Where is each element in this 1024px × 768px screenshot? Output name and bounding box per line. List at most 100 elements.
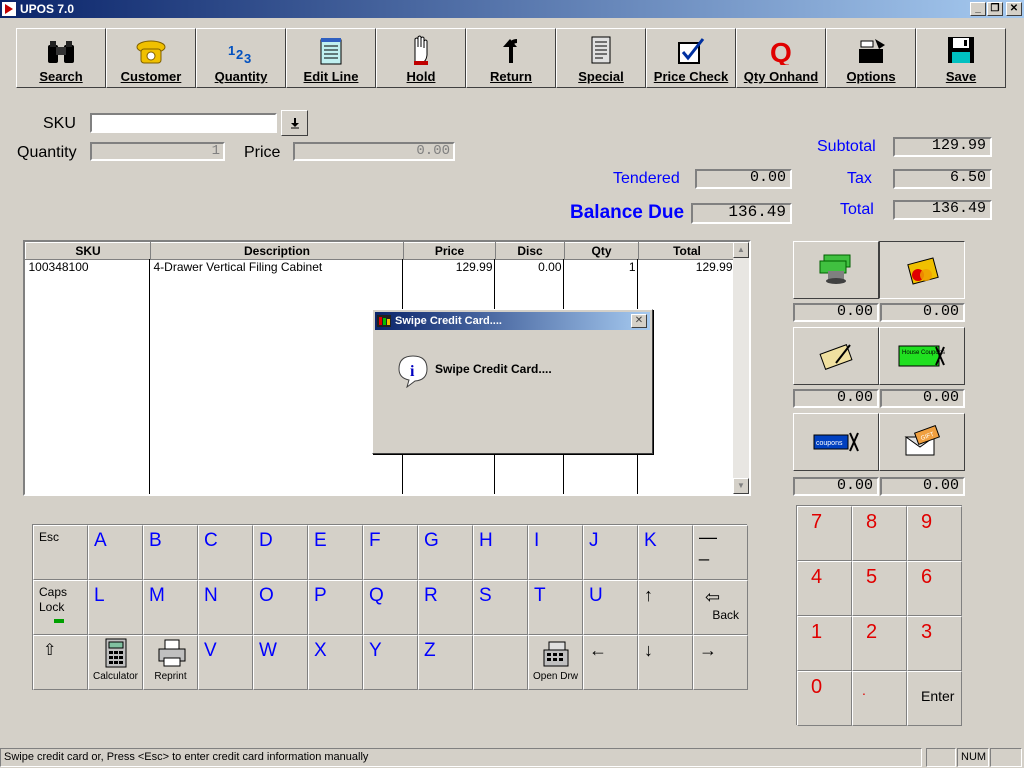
num-5-key[interactable]: 5	[852, 561, 907, 616]
calculator-icon	[105, 638, 126, 668]
coupons-amount: 0.00	[793, 477, 879, 496]
shift-key[interactable]: ⇧	[33, 635, 88, 690]
search-button[interactable]: Search	[16, 28, 106, 88]
customer-button[interactable]: Customer	[106, 28, 196, 88]
credit-card-button[interactable]	[879, 241, 965, 299]
qty-onhand-button[interactable]: Q Qty Onhand	[736, 28, 826, 88]
reprint-key[interactable]: Reprint	[143, 635, 198, 690]
options-button[interactable]: Options	[826, 28, 916, 88]
key-b[interactable]: B	[143, 525, 198, 580]
check-button[interactable]	[793, 327, 879, 385]
key-o[interactable]: O	[253, 580, 308, 635]
key-p[interactable]: P	[308, 580, 363, 635]
col-disc[interactable]: Disc	[495, 242, 565, 260]
sku-input[interactable]	[90, 113, 277, 133]
key-v[interactable]: V	[198, 635, 253, 690]
cash-button[interactable]	[793, 241, 879, 299]
balance-due-label: Balance Due	[570, 202, 685, 223]
left-arrow-key[interactable]: ←	[583, 635, 638, 690]
key-u[interactable]: U	[583, 580, 638, 635]
num-9-key[interactable]: 9	[907, 506, 962, 561]
num-8-key[interactable]: 8	[852, 506, 907, 561]
quantity-button[interactable]: 123 Quantity	[196, 28, 286, 88]
key-z[interactable]: Z	[418, 635, 473, 690]
num-6-key[interactable]: 6	[907, 561, 962, 616]
scroll-up-button[interactable]: ▲	[733, 242, 749, 258]
col-price[interactable]: Price	[403, 242, 496, 260]
house-coupons-button[interactable]: House Coupons	[879, 327, 965, 385]
open-drawer-key[interactable]: Open Drw	[528, 635, 583, 690]
key-w[interactable]: W	[253, 635, 308, 690]
esc-key[interactable]: Esc	[33, 525, 88, 580]
table-row[interactable]: 100348100 4-Drawer Vertical Filing Cabin…	[26, 260, 736, 277]
key-s[interactable]: S	[473, 580, 528, 635]
backspace-key[interactable]: ⇦ Back	[693, 580, 748, 635]
key-y[interactable]: Y	[363, 635, 418, 690]
num-2-key[interactable]: 2	[852, 616, 907, 671]
balance-due-value: 136.49	[691, 203, 792, 224]
col-description[interactable]: Description	[150, 242, 404, 260]
key-f[interactable]: F	[363, 525, 418, 580]
subtotal-label: Subtotal	[817, 138, 876, 155]
grid-scrollbar[interactable]: ▲ ▼	[733, 242, 749, 494]
caps-lock-key[interactable]: Caps Lock	[33, 580, 88, 635]
blank-key[interactable]	[473, 635, 528, 690]
key-c[interactable]: C	[198, 525, 253, 580]
main-toolbar: Search Customer 123 Quantity Edit Line H…	[16, 28, 1006, 88]
sku-dropdown-button[interactable]	[281, 110, 308, 136]
key-t[interactable]: T	[528, 580, 583, 635]
price-field[interactable]: 0.00	[293, 142, 455, 161]
save-button[interactable]: Save	[916, 28, 1006, 88]
key-l[interactable]: L	[88, 580, 143, 635]
key-i[interactable]: I	[528, 525, 583, 580]
col-total[interactable]: Total	[638, 242, 736, 260]
num-decimal-key[interactable]: .	[852, 671, 907, 726]
col-sku[interactable]: SKU	[25, 242, 151, 260]
row-sku: 100348100	[28, 260, 89, 274]
key-g[interactable]: G	[418, 525, 473, 580]
open-drawer-label: Open Drw	[532, 671, 578, 682]
calculator-key[interactable]: Calculator	[88, 635, 143, 690]
key-q[interactable]: Q	[363, 580, 418, 635]
num-0-key[interactable]: 0	[797, 671, 852, 726]
quantity-field[interactable]: 1	[90, 142, 225, 161]
svg-text:2: 2	[236, 47, 243, 62]
key-m[interactable]: M	[143, 580, 198, 635]
key-h[interactable]: H	[473, 525, 528, 580]
svg-text:Q: Q	[770, 37, 792, 65]
num-1-key[interactable]: 1	[797, 616, 852, 671]
key-x[interactable]: X	[308, 635, 363, 690]
gift-certificate-button[interactable]: GIFT	[879, 413, 965, 471]
caps-lock-line1: Caps	[39, 585, 68, 599]
special-button[interactable]: Special	[556, 28, 646, 88]
num-4-key[interactable]: 4	[797, 561, 852, 616]
down-arrow-key[interactable]: ↓	[638, 635, 693, 690]
up-arrow-key[interactable]: ↑	[638, 580, 693, 635]
key-d[interactable]: D	[253, 525, 308, 580]
num-3-key[interactable]: 3	[907, 616, 962, 671]
key-r[interactable]: R	[418, 580, 473, 635]
close-window-button[interactable]: ✕	[1006, 2, 1022, 16]
return-button[interactable]: Return	[466, 28, 556, 88]
price-check-button[interactable]: Price Check	[646, 28, 736, 88]
hold-button[interactable]: Hold	[376, 28, 466, 88]
key-e[interactable]: E	[308, 525, 363, 580]
enter-key[interactable]: Enter	[907, 671, 962, 726]
key-k[interactable]: K	[638, 525, 693, 580]
row-qty: 1	[628, 260, 636, 274]
num-7-key[interactable]: 7	[797, 506, 852, 561]
dash-key[interactable]: — _	[693, 525, 748, 580]
col-qty[interactable]: Qty	[564, 242, 639, 260]
customer-label: Customer	[120, 69, 182, 84]
key-n[interactable]: N	[198, 580, 253, 635]
dialog-close-button[interactable]: ✕	[631, 314, 647, 328]
tendered-value: 0.00	[695, 169, 792, 189]
minimize-button[interactable]: _	[970, 2, 986, 16]
coupons-button[interactable]: coupons	[793, 413, 879, 471]
edit-line-button[interactable]: Edit Line	[286, 28, 376, 88]
right-arrow-key[interactable]: →	[693, 635, 748, 690]
key-j[interactable]: J	[583, 525, 638, 580]
key-a[interactable]: A	[88, 525, 143, 580]
restore-button[interactable]: ❐	[987, 2, 1003, 16]
scroll-down-button[interactable]: ▼	[733, 478, 749, 494]
